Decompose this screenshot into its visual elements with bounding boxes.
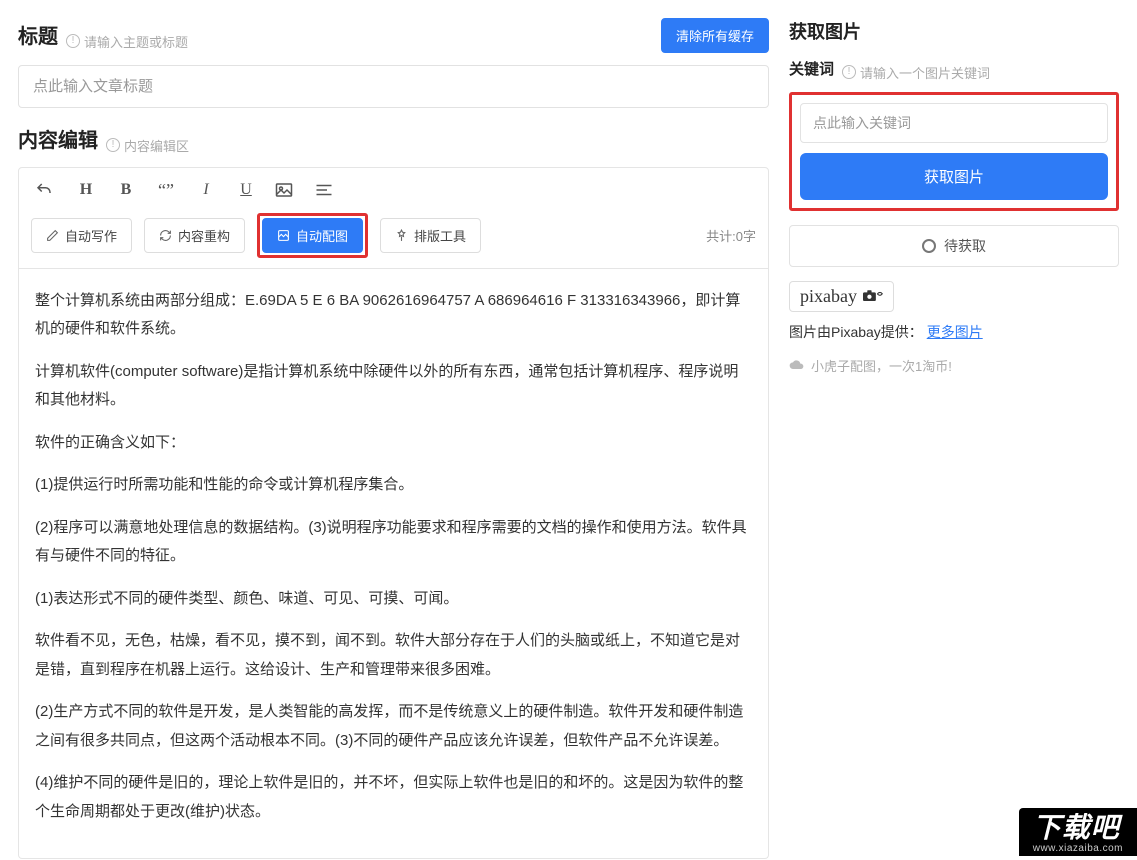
pixabay-badge: pixabay xyxy=(789,281,894,312)
editor-heading: 内容编辑 xyxy=(18,124,98,153)
content-paragraph: 软件看不见，无色，枯燥，看不见，摸不到，闻不到。软件大部分存在于人们的头脑或纸上… xyxy=(35,627,752,684)
title-heading: 标题 xyxy=(18,20,58,49)
title-header-row: 标题 ! 请输入主题或标题 清除所有缓存 xyxy=(18,18,769,53)
align-icon[interactable] xyxy=(315,183,337,197)
editor-hint: ! 内容编辑区 xyxy=(106,136,189,155)
main-column: 标题 ! 请输入主题或标题 清除所有缓存 内容编辑 ! 内容编辑区 xyxy=(18,18,769,859)
editor-toolbar: H B “” I U 自动写作 内容重构 xyxy=(18,167,769,269)
auto-write-button[interactable]: 自动写作 xyxy=(31,218,132,253)
auto-image-highlight: 自动配图 xyxy=(257,213,368,258)
camera-icon xyxy=(863,289,883,303)
footer-note: 小虎子配图，一次1淘币! xyxy=(789,356,1119,375)
content-paragraph: 软件的正确含义如下： xyxy=(35,429,752,458)
cloud-icon xyxy=(789,359,805,371)
editor-content[interactable]: 整个计算机系统由两部分组成：E.69DA 5 E 6 BA 9062616964… xyxy=(18,269,769,860)
title-hint: ! 请输入主题或标题 xyxy=(66,32,188,51)
undo-icon[interactable] xyxy=(35,181,57,199)
content-paragraph: (2)生产方式不同的软件是开发，是人类智能的高发挥，而不是传统意义上的硬件制造。… xyxy=(35,698,752,755)
circle-icon xyxy=(922,239,936,253)
editor-section-title: 内容编辑 ! 内容编辑区 xyxy=(18,124,769,155)
content-paragraph: 计算机软件(computer software)是指计算机系统中除硬件以外的所有… xyxy=(35,358,752,415)
pending-status: 待获取 xyxy=(789,225,1119,267)
keyword-box-highlight: 获取图片 xyxy=(789,92,1119,211)
image-credit: 图片由Pixabay提供： 更多图片 xyxy=(789,322,1119,342)
layout-tool-button[interactable]: 排版工具 xyxy=(380,218,481,253)
article-title-input[interactable] xyxy=(18,65,769,108)
quote-icon[interactable]: “” xyxy=(155,180,177,201)
italic-icon[interactable]: I xyxy=(195,181,217,199)
info-icon: ! xyxy=(842,65,856,79)
keyword-label: 关键词 xyxy=(789,58,834,79)
auto-image-button[interactable]: 自动配图 xyxy=(262,218,363,253)
content-paragraph: (4)维护不同的硬件是旧的，理论上软件是旧的，并不坏，但实际上软件也是旧的和坏的… xyxy=(35,769,752,826)
bold-icon[interactable]: B xyxy=(115,181,137,199)
clear-cache-button[interactable]: 清除所有缓存 xyxy=(661,18,769,53)
info-icon: ! xyxy=(66,34,80,48)
content-paragraph: (2)程序可以满意地处理信息的数据结构。(3)说明程序功能要求和程序需要的文档的… xyxy=(35,514,752,571)
content-paragraph: (1)提供运行时所需功能和性能的命令或计算机程序集合。 xyxy=(35,471,752,500)
sidebar-column: 获取图片 关键词 ! 请输入一个图片关键词 获取图片 待获取 pixabay xyxy=(789,18,1119,859)
keyword-label-row: 关键词 ! 请输入一个图片关键词 xyxy=(789,58,1119,82)
format-row: H B “” I U xyxy=(31,178,756,213)
title-section: 标题 ! 请输入主题或标题 xyxy=(18,20,188,51)
keyword-hint: ! 请输入一个图片关键词 xyxy=(842,63,990,82)
heading-icon[interactable]: H xyxy=(75,181,97,199)
fetch-image-button[interactable]: 获取图片 xyxy=(800,153,1108,200)
word-counter: 共计:0字 xyxy=(706,226,756,245)
watermark: 下载吧 www.xiazaiba.com xyxy=(1019,808,1137,856)
keyword-input[interactable] xyxy=(800,103,1108,143)
more-images-link[interactable]: 更多图片 xyxy=(927,324,983,340)
content-paragraph: (1)表达形式不同的硬件类型、颜色、味道、可见、可摸、可闻。 xyxy=(35,585,752,614)
restructure-button[interactable]: 内容重构 xyxy=(144,218,245,253)
sidebar-title: 获取图片 xyxy=(789,18,1119,44)
image-icon[interactable] xyxy=(275,182,297,198)
content-paragraph: 整个计算机系统由两部分组成：E.69DA 5 E 6 BA 9062616964… xyxy=(35,287,752,344)
info-icon: ! xyxy=(106,138,120,152)
action-button-row: 自动写作 内容重构 自动配图 排版工具 xyxy=(31,213,756,258)
underline-icon[interactable]: U xyxy=(235,181,257,199)
